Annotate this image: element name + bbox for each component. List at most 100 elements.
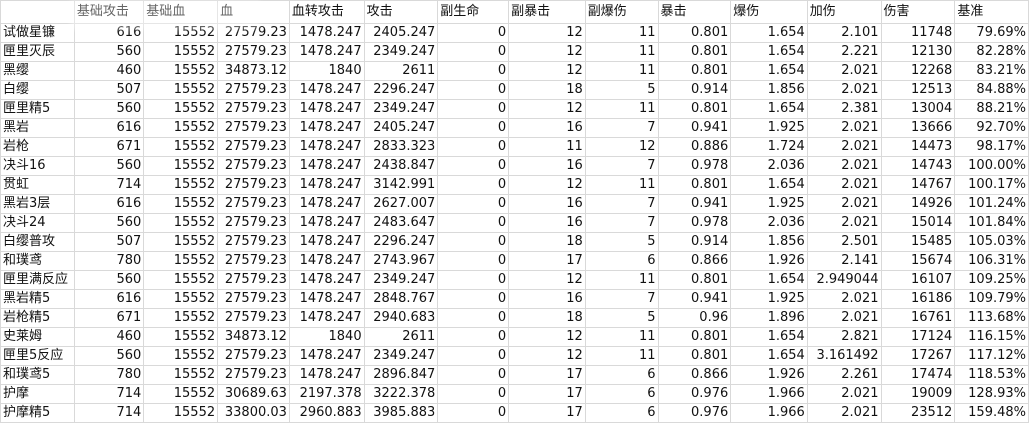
data-cell[interactable]: 560 xyxy=(73,270,145,290)
column-header-cell[interactable]: 加伤 xyxy=(806,0,882,24)
data-cell[interactable]: 0 xyxy=(437,61,510,81)
data-cell[interactable]: 113.68% xyxy=(954,308,1029,328)
column-header-cell[interactable]: 攻击 xyxy=(363,0,439,24)
data-cell[interactable]: 11 xyxy=(584,346,659,366)
data-cell[interactable]: 2.101 xyxy=(806,23,882,43)
data-cell[interactable]: 2.021 xyxy=(806,118,882,138)
data-cell[interactable]: 2.021 xyxy=(806,213,882,233)
row-label-cell[interactable]: 试做星镰 xyxy=(0,23,75,43)
data-cell[interactable]: 14767 xyxy=(880,175,956,195)
row-label-cell[interactable]: 匣里5反应 xyxy=(0,346,75,366)
data-cell[interactable]: 1478.247 xyxy=(288,194,365,214)
data-cell[interactable]: 15552 xyxy=(143,289,219,309)
data-cell[interactable]: 2296.247 xyxy=(363,80,439,100)
data-cell[interactable]: 16761 xyxy=(880,308,956,328)
data-cell[interactable]: 0 xyxy=(437,327,510,347)
data-cell[interactable]: 11 xyxy=(584,42,659,62)
data-cell[interactable]: 0 xyxy=(437,80,510,100)
data-cell[interactable]: 1478.247 xyxy=(288,213,365,233)
row-label-cell[interactable]: 匣里满反应 xyxy=(0,270,75,290)
data-cell[interactable]: 27579.23 xyxy=(217,289,290,309)
data-cell[interactable]: 671 xyxy=(73,137,145,157)
data-cell[interactable]: 92.70% xyxy=(954,118,1029,138)
data-cell[interactable]: 1840 xyxy=(288,327,365,347)
data-cell[interactable]: 6 xyxy=(584,403,659,423)
data-cell[interactable]: 0 xyxy=(437,384,510,404)
data-cell[interactable]: 1478.247 xyxy=(288,289,365,309)
data-cell[interactable]: 12513 xyxy=(880,80,956,100)
data-cell[interactable]: 15552 xyxy=(143,251,219,271)
data-cell[interactable]: 82.28% xyxy=(954,42,1029,62)
data-cell[interactable]: 714 xyxy=(73,175,145,195)
data-cell[interactable]: 1.724 xyxy=(730,137,808,157)
data-cell[interactable]: 27579.23 xyxy=(217,308,290,328)
data-cell[interactable]: 2405.247 xyxy=(363,23,439,43)
data-cell[interactable]: 1478.247 xyxy=(288,137,365,157)
data-cell[interactable]: 16 xyxy=(508,289,586,309)
data-cell[interactable]: 14473 xyxy=(880,137,956,157)
data-cell[interactable]: 0.801 xyxy=(657,61,732,81)
data-cell[interactable]: 27579.23 xyxy=(217,232,290,252)
data-cell[interactable]: 2896.847 xyxy=(363,365,439,385)
data-cell[interactable]: 11 xyxy=(584,175,659,195)
data-cell[interactable]: 2.021 xyxy=(806,80,882,100)
data-cell[interactable]: 1.925 xyxy=(730,289,808,309)
data-cell[interactable]: 12 xyxy=(584,137,659,157)
data-cell[interactable]: 27579.23 xyxy=(217,175,290,195)
data-cell[interactable]: 27579.23 xyxy=(217,23,290,43)
data-cell[interactable]: 0.801 xyxy=(657,346,732,366)
data-cell[interactable]: 15552 xyxy=(143,365,219,385)
data-cell[interactable]: 0.886 xyxy=(657,137,732,157)
data-cell[interactable]: 780 xyxy=(73,251,145,271)
data-cell[interactable]: 16 xyxy=(508,194,586,214)
data-cell[interactable]: 12 xyxy=(508,99,586,119)
column-header-cell[interactable]: 副暴击 xyxy=(508,0,586,24)
data-cell[interactable]: 109.25% xyxy=(954,270,1029,290)
data-cell[interactable]: 3985.883 xyxy=(363,403,439,423)
column-header-cell[interactable]: 基准 xyxy=(954,0,1029,24)
data-cell[interactable]: 15552 xyxy=(143,346,219,366)
data-cell[interactable]: 560 xyxy=(73,99,145,119)
data-cell[interactable]: 88.21% xyxy=(954,99,1029,119)
data-cell[interactable]: 7 xyxy=(584,213,659,233)
data-cell[interactable]: 2848.767 xyxy=(363,289,439,309)
data-cell[interactable]: 0.801 xyxy=(657,23,732,43)
data-cell[interactable]: 1478.247 xyxy=(288,23,365,43)
data-cell[interactable]: 0 xyxy=(437,175,510,195)
data-cell[interactable]: 15552 xyxy=(143,232,219,252)
data-cell[interactable]: 0.976 xyxy=(657,384,732,404)
data-cell[interactable]: 616 xyxy=(73,194,145,214)
data-cell[interactable]: 0 xyxy=(437,42,510,62)
data-cell[interactable]: 12 xyxy=(508,42,586,62)
data-cell[interactable]: 0.801 xyxy=(657,327,732,347)
data-cell[interactable]: 116.15% xyxy=(954,327,1029,347)
data-cell[interactable]: 1.925 xyxy=(730,118,808,138)
data-cell[interactable]: 15485 xyxy=(880,232,956,252)
data-cell[interactable]: 79.69% xyxy=(954,23,1029,43)
data-cell[interactable]: 13004 xyxy=(880,99,956,119)
data-cell[interactable]: 7 xyxy=(584,289,659,309)
data-cell[interactable]: 15552 xyxy=(143,156,219,176)
data-cell[interactable]: 2.141 xyxy=(806,251,882,271)
data-cell[interactable]: 11 xyxy=(584,23,659,43)
column-header-cell[interactable]: 伤害 xyxy=(880,0,956,24)
data-cell[interactable]: 2405.247 xyxy=(363,118,439,138)
row-label-cell[interactable]: 贯虹 xyxy=(0,175,75,195)
data-cell[interactable]: 1478.247 xyxy=(288,156,365,176)
data-cell[interactable]: 13666 xyxy=(880,118,956,138)
row-label-cell[interactable]: 和璞鸢 xyxy=(0,251,75,271)
data-cell[interactable]: 2.036 xyxy=(730,156,808,176)
data-cell[interactable]: 98.17% xyxy=(954,137,1029,157)
data-cell[interactable]: 560 xyxy=(73,346,145,366)
column-header-cell[interactable]: 基础攻击 xyxy=(73,0,145,24)
data-cell[interactable]: 2.021 xyxy=(806,194,882,214)
data-cell[interactable]: 14926 xyxy=(880,194,956,214)
data-cell[interactable]: 0.801 xyxy=(657,99,732,119)
data-cell[interactable]: 0.941 xyxy=(657,118,732,138)
data-cell[interactable]: 1.654 xyxy=(730,99,808,119)
data-cell[interactable]: 100.00% xyxy=(954,156,1029,176)
data-cell[interactable]: 27579.23 xyxy=(217,251,290,271)
data-cell[interactable]: 15552 xyxy=(143,175,219,195)
row-label-cell[interactable]: 决斗16 xyxy=(0,156,75,176)
data-cell[interactable]: 16186 xyxy=(880,289,956,309)
